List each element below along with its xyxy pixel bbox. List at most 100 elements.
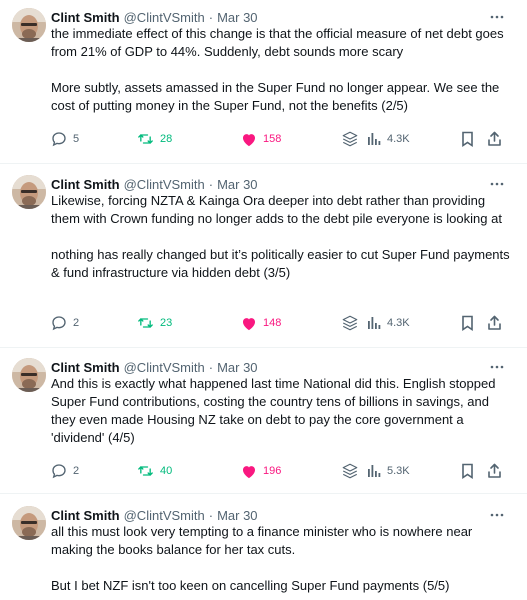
author-handle[interactable]: @ClintVSmith — [124, 10, 205, 25]
grok-icon — [342, 315, 358, 331]
reply-button[interactable]: 2 — [51, 462, 79, 480]
retweet-icon — [138, 134, 153, 144]
like-count: 196 — [263, 465, 282, 477]
tweet-date[interactable]: Mar 30 — [217, 177, 257, 192]
thread-feed: Clint Smith @ClintVSmith · Mar 30 the im… — [0, 0, 527, 600]
tweet-text: And this is exactly what happened last t… — [51, 375, 517, 447]
tweet-date[interactable]: Mar 30 — [217, 508, 257, 523]
author-name[interactable]: Clint Smith — [51, 10, 120, 25]
bookmark-icon — [462, 463, 473, 479]
tweet-header: Clint Smith @ClintVSmith · Mar 30 — [51, 175, 258, 193]
author-name[interactable]: Clint Smith — [51, 360, 120, 375]
share-icon — [488, 315, 501, 330]
like-button[interactable]: 196 — [241, 462, 281, 480]
divider — [0, 163, 527, 164]
tweet-date[interactable]: Mar 30 — [217, 10, 257, 25]
separator: · — [208, 176, 214, 192]
share-icon — [488, 131, 501, 146]
tweet-text: all this must look very tempting to a fi… — [51, 523, 517, 595]
reply-button[interactable]: 5 — [51, 130, 79, 148]
author-handle[interactable]: @ClintVSmith — [124, 508, 205, 523]
author-name[interactable]: Clint Smith — [51, 508, 120, 523]
like-button[interactable]: 158 — [241, 130, 281, 148]
separator: · — [208, 507, 214, 523]
avatar[interactable] — [12, 8, 46, 42]
heart-icon — [243, 465, 255, 478]
retweet-count: 23 — [160, 317, 173, 329]
views-bar-chart-icon — [368, 133, 381, 145]
action-bar: 5 28 158 4.3K — [51, 130, 507, 148]
share-button[interactable] — [487, 130, 502, 148]
tweet-paragraph: More subtly, assets amassed in the Super… — [51, 80, 500, 113]
tweet[interactable]: Clint Smith @ClintVSmith · Mar 30 Likewi… — [0, 175, 527, 335]
separator: · — [208, 359, 214, 375]
tweet-paragraph: Likewise, forcing NZTA & Kainga Ora deep… — [51, 193, 502, 226]
share-button[interactable] — [487, 462, 502, 480]
author-handle[interactable]: @ClintVSmith — [124, 360, 205, 375]
tweet[interactable]: Clint Smith @ClintVSmith · Mar 30 the im… — [0, 8, 527, 154]
more-horizontal-icon[interactable] — [489, 360, 505, 372]
divider — [0, 347, 527, 348]
tweet-paragraph: nothing has really changed but it’s poli… — [51, 247, 510, 280]
tweet[interactable]: Clint Smith @ClintVSmith · Mar 30 all th… — [0, 506, 527, 600]
avatar[interactable] — [12, 175, 46, 209]
tweet-paragraph: But I bet NZF isn't too keen on cancelli… — [51, 578, 450, 593]
reply-count: 5 — [73, 133, 80, 145]
views-count: 4.3K — [387, 317, 410, 329]
action-bar: 2 40 196 5.3K — [51, 462, 507, 480]
views-count: 5.3K — [387, 465, 410, 477]
tweet-date[interactable]: Mar 30 — [217, 360, 257, 375]
bookmark-icon — [462, 315, 473, 331]
avatar[interactable] — [12, 506, 46, 540]
retweet-button[interactable]: 23 — [137, 314, 172, 332]
retweet-count: 40 — [160, 465, 173, 477]
retweet-button[interactable]: 40 — [137, 462, 172, 480]
separator: · — [208, 9, 214, 25]
grok-button[interactable] — [341, 314, 359, 332]
views-button[interactable]: 4.3K — [367, 314, 410, 332]
like-count: 148 — [263, 317, 282, 329]
more-horizontal-icon[interactable] — [489, 508, 505, 520]
retweet-icon — [138, 466, 153, 476]
tweet-paragraph: And this is exactly what happened last t… — [51, 376, 496, 445]
retweet-count: 28 — [160, 133, 173, 145]
views-button[interactable]: 5.3K — [367, 462, 410, 480]
share-button[interactable] — [487, 314, 502, 332]
like-button[interactable]: 148 — [241, 314, 281, 332]
views-count: 4.3K — [387, 133, 410, 145]
author-name[interactable]: Clint Smith — [51, 177, 120, 192]
retweet-button[interactable]: 28 — [137, 130, 172, 148]
tweet-text: Likewise, forcing NZTA & Kainga Ora deep… — [51, 192, 517, 282]
more-horizontal-icon[interactable] — [489, 10, 505, 22]
views-bar-chart-icon — [368, 465, 381, 477]
bookmark-icon — [462, 131, 473, 147]
tweet-paragraph: the immediate effect of this change is t… — [51, 26, 504, 59]
author-handle[interactable]: @ClintVSmith — [124, 177, 205, 192]
more-horizontal-icon[interactable] — [489, 177, 505, 189]
reply-icon — [52, 132, 66, 147]
tweet-header: Clint Smith @ClintVSmith · Mar 30 — [51, 358, 258, 376]
reply-count: 2 — [73, 317, 80, 329]
like-count: 158 — [263, 133, 282, 145]
tweet-header: Clint Smith @ClintVSmith · Mar 30 — [51, 8, 258, 26]
share-icon — [488, 463, 501, 478]
views-button[interactable]: 4.3K — [367, 130, 410, 148]
reply-count: 2 — [73, 465, 80, 477]
avatar[interactable] — [12, 358, 46, 392]
grok-button[interactable] — [341, 462, 359, 480]
grok-icon — [342, 463, 358, 479]
tweet-header: Clint Smith @ClintVSmith · Mar 30 — [51, 506, 258, 524]
action-bar: 2 23 148 4.3K — [51, 314, 507, 332]
reply-button[interactable]: 2 — [51, 314, 79, 332]
tweet-text: the immediate effect of this change is t… — [51, 25, 517, 115]
grok-button[interactable] — [341, 130, 359, 148]
tweet-paragraph: all this must look very tempting to a fi… — [51, 524, 473, 557]
tweet[interactable]: Clint Smith @ClintVSmith · Mar 30 And th… — [0, 358, 527, 482]
bookmark-button[interactable] — [461, 462, 474, 480]
bookmark-button[interactable] — [461, 314, 474, 332]
heart-icon — [243, 317, 255, 330]
reply-icon — [52, 316, 66, 331]
bookmark-button[interactable] — [461, 130, 474, 148]
retweet-icon — [138, 318, 153, 328]
heart-icon — [243, 133, 255, 146]
